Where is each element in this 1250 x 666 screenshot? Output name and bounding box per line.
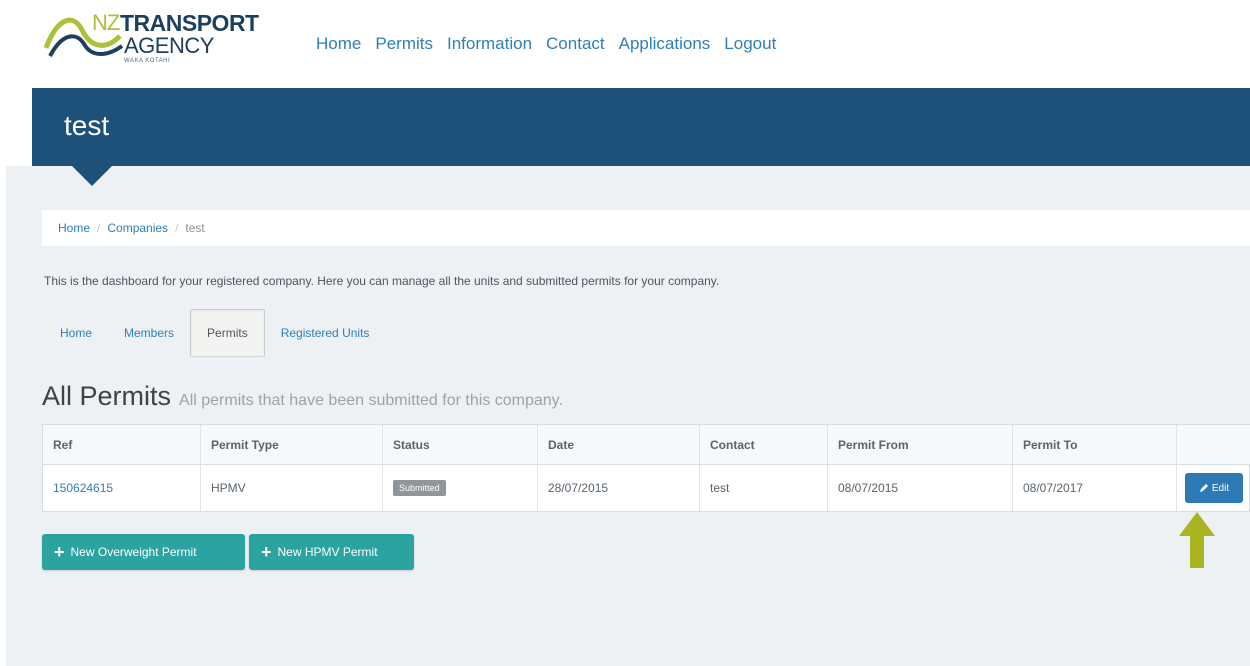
cell-date: 28/07/2015 <box>538 465 700 511</box>
cell-ref: 150624615 <box>43 465 201 511</box>
permit-ref-link[interactable]: 150624615 <box>53 481 113 495</box>
section-title: All Permits <box>42 381 172 411</box>
new-hpmv-permit-label: New HPMV Permit <box>277 545 378 559</box>
breadcrumb-separator: / <box>97 221 101 235</box>
logo-line-transport: TRANSPORT <box>120 10 259 36</box>
col-actions <box>1177 425 1250 464</box>
nav-permits[interactable]: Permits <box>375 34 433 54</box>
permits-table: Ref Permit Type Status Date Contact Perm… <box>42 424 1250 512</box>
edit-permit-button[interactable]: Edit <box>1185 473 1243 503</box>
site-header: NZ TRANSPORT AGENCY WAKA KOTAHI Home Per… <box>0 0 1250 88</box>
up-arrow-icon <box>1179 512 1215 568</box>
tab-home[interactable]: Home <box>44 310 108 356</box>
cell-permit-type: HPMV <box>201 465 383 511</box>
tab-members[interactable]: Members <box>108 310 190 356</box>
pencil-icon <box>1199 484 1208 492</box>
cell-actions: Edit <box>1177 465 1250 511</box>
cell-status: Submitted <box>383 465 538 511</box>
title-band: test <box>32 88 1250 166</box>
page-title: test <box>64 110 110 141</box>
cell-permit-from: 08/07/2015 <box>828 465 1013 511</box>
breadcrumb-companies[interactable]: Companies <box>107 221 168 235</box>
breadcrumb-separator: / <box>175 221 179 235</box>
nav-contact[interactable]: Contact <box>546 34 605 54</box>
nzta-logo[interactable]: NZ TRANSPORT AGENCY WAKA KOTAHI <box>44 8 284 68</box>
new-overweight-permit-label: New Overweight Permit <box>70 545 197 559</box>
plus-icon: + <box>261 542 272 562</box>
section-subtitle: All permits that have been submitted for… <box>179 392 563 409</box>
plus-icon: + <box>54 542 65 562</box>
logo-nz: NZ <box>92 10 120 35</box>
company-tabs: Home Members Permits Registered Units <box>44 309 386 357</box>
nav-applications[interactable]: Applications <box>619 34 711 54</box>
status-badge: Submitted <box>393 480 446 496</box>
col-contact[interactable]: Contact <box>700 425 828 464</box>
breadcrumb: Home / Companies / test <box>42 210 1250 246</box>
nav-information[interactable]: Information <box>447 34 532 54</box>
col-date[interactable]: Date <box>538 425 700 464</box>
new-hpmv-permit-button[interactable]: + New HPMV Permit <box>249 534 414 570</box>
tab-registered-units[interactable]: Registered Units <box>265 310 386 356</box>
col-permit-from[interactable]: Permit From <box>828 425 1013 464</box>
table-row: 150624615 HPMV Submitted 28/07/2015 test… <box>43 465 1250 511</box>
col-ref[interactable]: Ref <box>43 425 201 464</box>
nav-home[interactable]: Home <box>316 34 361 54</box>
col-permit-type[interactable]: Permit Type <box>201 425 383 464</box>
section-header: All Permits All permits that have been s… <box>42 380 563 412</box>
nav-logout[interactable]: Logout <box>724 34 776 54</box>
tab-permits[interactable]: Permits <box>190 309 265 357</box>
breadcrumb-home[interactable]: Home <box>58 221 90 235</box>
edit-button-label: Edit <box>1211 482 1230 494</box>
title-band-pointer <box>72 166 112 186</box>
cell-permit-to: 08/07/2017 <box>1013 465 1177 511</box>
breadcrumb-current: test <box>185 221 205 235</box>
col-permit-to[interactable]: Permit To <box>1013 425 1177 464</box>
logo-line-maori: WAKA KOTAHI <box>124 58 171 64</box>
new-overweight-permit-button[interactable]: + New Overweight Permit <box>42 534 245 570</box>
table-header-row: Ref Permit Type Status Date Contact Perm… <box>43 425 1250 465</box>
logo-line-agency: AGENCY <box>124 33 214 58</box>
col-status[interactable]: Status <box>383 425 538 464</box>
cell-contact: test <box>700 465 828 511</box>
main-nav: Home Permits Information Contact Applica… <box>316 34 776 54</box>
dashboard-description: This is the dashboard for your registere… <box>44 274 720 288</box>
